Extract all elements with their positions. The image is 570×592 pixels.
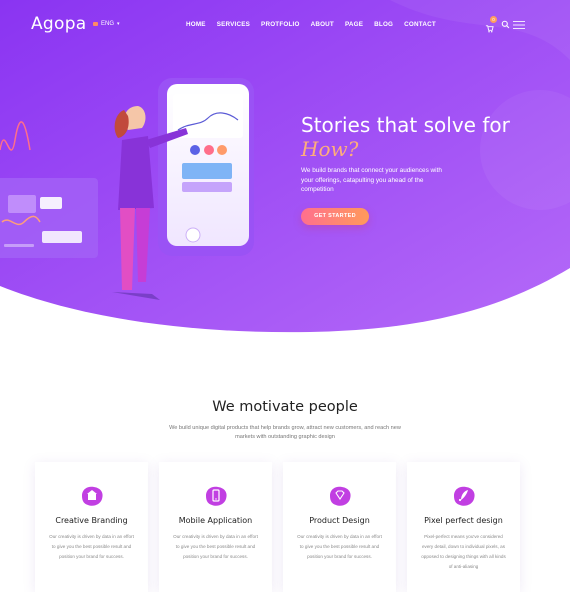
hero-title: Stories that solve for	[301, 113, 510, 137]
rocket-icon	[454, 486, 475, 506]
chevron-down-icon: ▾	[117, 21, 120, 27]
feature-card-text: Our creativity is driven by data in an e…	[49, 534, 134, 559]
cart-icon	[485, 25, 494, 33]
diamond-icon	[330, 486, 351, 506]
get-started-button[interactable]: GET STARTED	[301, 208, 369, 225]
phone-illustration	[158, 78, 254, 256]
main-nav: HOME SERVICES PROTFOLIO ABOUT PAGE BLOG …	[186, 21, 447, 28]
hero-subtitle: We build brands that connect your audien…	[301, 167, 442, 193]
feature-card-title: Mobile Application	[178, 516, 253, 525]
feature-card-text: Our creativity is driven by data in an e…	[297, 534, 382, 559]
nav-item-contact[interactable]: CONTACT	[404, 21, 436, 28]
nav-item-home[interactable]: HOME	[186, 21, 206, 28]
features-title: We motivate people	[212, 399, 358, 415]
feature-card-title: Product Design	[309, 516, 370, 525]
cart-count-badge: 0	[490, 16, 497, 23]
hero-background	[0, 0, 570, 333]
store-icon	[82, 486, 103, 506]
brand-logo[interactable]: Agopa	[31, 14, 87, 34]
flag-icon	[93, 22, 98, 26]
feature-card-creative-branding[interactable]: Creative Branding Our creativity is driv…	[35, 462, 148, 592]
language-label: ENG	[101, 21, 115, 27]
nav-item-page[interactable]: PAGE	[345, 21, 363, 28]
feature-card-pixel-perfect-design[interactable]: Pixel perfect design Pixel-perfect means…	[407, 462, 520, 592]
feature-card-text: Pixel-perfect means you've considered ev…	[421, 534, 506, 569]
hero-title-highlight: How?	[301, 137, 359, 161]
search-icon[interactable]	[501, 20, 510, 29]
hero-section: Agopa ENG ▾ HOME SERVICES PROTFOLIO ABOU…	[0, 0, 570, 340]
feature-card-text: Our creativity is driven by data in an e…	[173, 534, 258, 559]
feature-card-product-design[interactable]: Product Design Our creativity is driven …	[283, 462, 396, 592]
cart-button[interactable]: 0	[485, 16, 497, 33]
feature-card-title: Pixel perfect design	[424, 516, 503, 525]
feature-card-mobile-application[interactable]: Mobile Application Our creativity is dri…	[159, 462, 272, 592]
nav-item-portfolio[interactable]: PROTFOLIO	[261, 21, 300, 28]
mobile-icon	[206, 486, 227, 506]
hamburger-menu-icon[interactable]	[513, 21, 525, 29]
nav-item-about[interactable]: ABOUT	[311, 21, 334, 28]
features-subtitle: We build unique digital products that he…	[169, 425, 401, 440]
nav-item-blog[interactable]: BLOG	[374, 21, 393, 28]
language-selector[interactable]: ENG ▾	[93, 21, 120, 27]
feature-card-title: Creative Branding	[55, 516, 128, 525]
nav-item-services[interactable]: SERVICES	[217, 21, 250, 28]
